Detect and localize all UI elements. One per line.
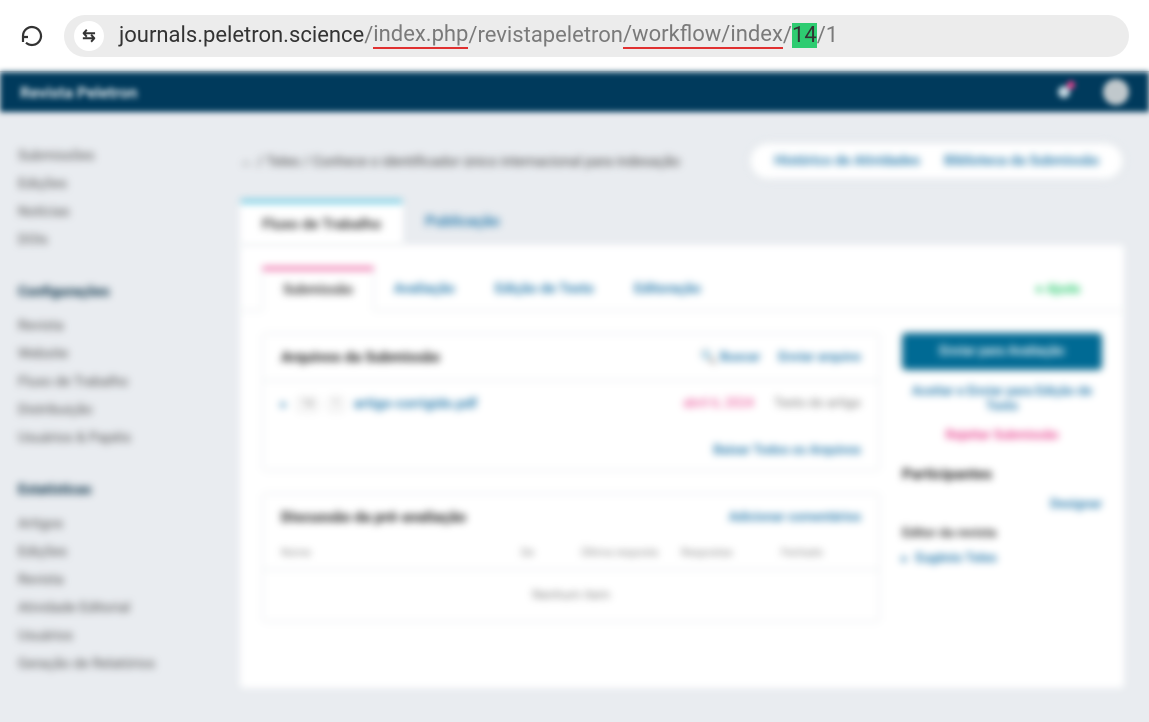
tab-publication[interactable]: Publicação (403, 200, 521, 245)
sidebar-item[interactable]: Edições (18, 170, 222, 198)
col-from: De (521, 546, 581, 559)
sidebar-item[interactable]: Usuários & Papéis (18, 424, 222, 452)
avatar[interactable] (1103, 79, 1129, 105)
sidebar-item[interactable]: DOIs (18, 226, 222, 254)
files-section: Arquivos da Submissão 🔍 Buscar Enviar ar… (262, 333, 880, 471)
col-last: Última resposta (581, 546, 681, 559)
address-bar[interactable]: ⇆ journals.peletron.science/index.php/re… (64, 15, 1129, 57)
sidebar-item[interactable]: Distribuição (18, 396, 222, 424)
file-row[interactable]: ▸ 14 1 artigo-corrigido.pdf abril 6, 202… (263, 381, 879, 427)
sidebar: Submissões Edições Notícias DOIs Configu… (0, 112, 240, 722)
breadcrumb-actions: Histórico de Atividades Biblioteca da Su… (749, 142, 1124, 180)
brand-title[interactable]: Revista Peletron (20, 83, 137, 102)
url-text: journals.peletron.science/index.php/revi… (119, 22, 838, 49)
browser-toolbar: ⇆ journals.peletron.science/index.php/re… (0, 0, 1149, 72)
tab-review[interactable]: Avaliação (374, 269, 475, 309)
sidebar-item[interactable]: Revista (18, 312, 222, 340)
sidebar-item[interactable]: Usuários (18, 622, 222, 650)
download-all-link[interactable]: Baixar Todos os Arquivos (713, 443, 861, 458)
sidebar-heading: Configurações (18, 284, 222, 300)
participant-role: Editor da revista (902, 526, 1102, 541)
sidebar-heading: Estatísticas (18, 482, 222, 498)
col-replies: Respostas (681, 546, 781, 559)
section-title: Discussão da pré-avaliação (281, 508, 466, 526)
add-discussion-link[interactable]: Adicionar comentários (729, 510, 861, 525)
file-date: abril 6, 2024 (683, 395, 754, 413)
help-link[interactable]: ● Ajuda (1035, 281, 1102, 297)
tab-production[interactable]: Editoração (614, 269, 721, 309)
app-topbar: Revista Peletron (0, 72, 1149, 112)
col-closed: Fechado (781, 546, 861, 559)
participants-title: Participantes (902, 465, 1102, 483)
sidebar-item[interactable]: Fluxo de Trabalho (18, 368, 222, 396)
sidebar-item[interactable]: Edições (18, 538, 222, 566)
main-content: ← / Teles / Conhece o identificador únic… (240, 112, 1149, 722)
search-files-link[interactable]: 🔍 Buscar (700, 350, 760, 365)
file-type: Texto do artigo (774, 395, 861, 413)
sidebar-item[interactable]: Artigos (18, 510, 222, 538)
file-name[interactable]: artigo-corrigido.pdf (354, 396, 477, 412)
file-id-badge: 14 (297, 397, 318, 412)
notifications-icon[interactable] (1055, 83, 1073, 101)
assign-link[interactable]: Designar (902, 497, 1102, 512)
file-rev-badge: 1 (328, 397, 344, 412)
breadcrumb[interactable]: ← / Teles / Conhece o identificador únic… (240, 153, 680, 170)
accept-skip-link[interactable]: Aceitar e Enviar para Edição de Texto (902, 384, 1102, 414)
tab-submission[interactable]: Submissão (262, 267, 374, 311)
section-title: Arquivos da Submissão (281, 348, 440, 366)
discussion-section: Discussão da pré-avaliação Adicionar com… (262, 493, 880, 622)
upload-file-link[interactable]: Enviar arquivo (778, 350, 861, 365)
reload-button[interactable] (20, 24, 44, 48)
tab-copyedit[interactable]: Edição de Texto (475, 269, 614, 309)
sidebar-item[interactable]: Geração de Relatórios (18, 650, 222, 678)
participant-item[interactable]: Eugênio Teles (902, 551, 1102, 566)
empty-discussion: Nenhum item (263, 570, 879, 621)
sidebar-item[interactable]: Revista (18, 566, 222, 594)
tab-workflow[interactable]: Fluxo de Trabalho (240, 200, 403, 245)
send-to-review-button[interactable]: Enviar para Avaliação (902, 333, 1102, 370)
submission-library-link[interactable]: Biblioteca da Submissão (944, 153, 1099, 169)
sidebar-item[interactable]: Submissões (18, 142, 222, 170)
activity-log-link[interactable]: Histórico de Atividades (774, 153, 920, 169)
sidebar-item[interactable]: Website (18, 340, 222, 368)
site-settings-icon[interactable]: ⇆ (74, 21, 104, 51)
workflow-panel: Submissão Avaliação Edição de Texto Edit… (240, 245, 1124, 688)
col-name: Nome (281, 546, 521, 559)
reject-link[interactable]: Rejeitar Submissão (902, 428, 1102, 443)
sidebar-item[interactable]: Atividade Editorial (18, 594, 222, 622)
sidebar-item[interactable]: Notícias (18, 198, 222, 226)
chevron-right-icon: ▸ (281, 397, 287, 411)
